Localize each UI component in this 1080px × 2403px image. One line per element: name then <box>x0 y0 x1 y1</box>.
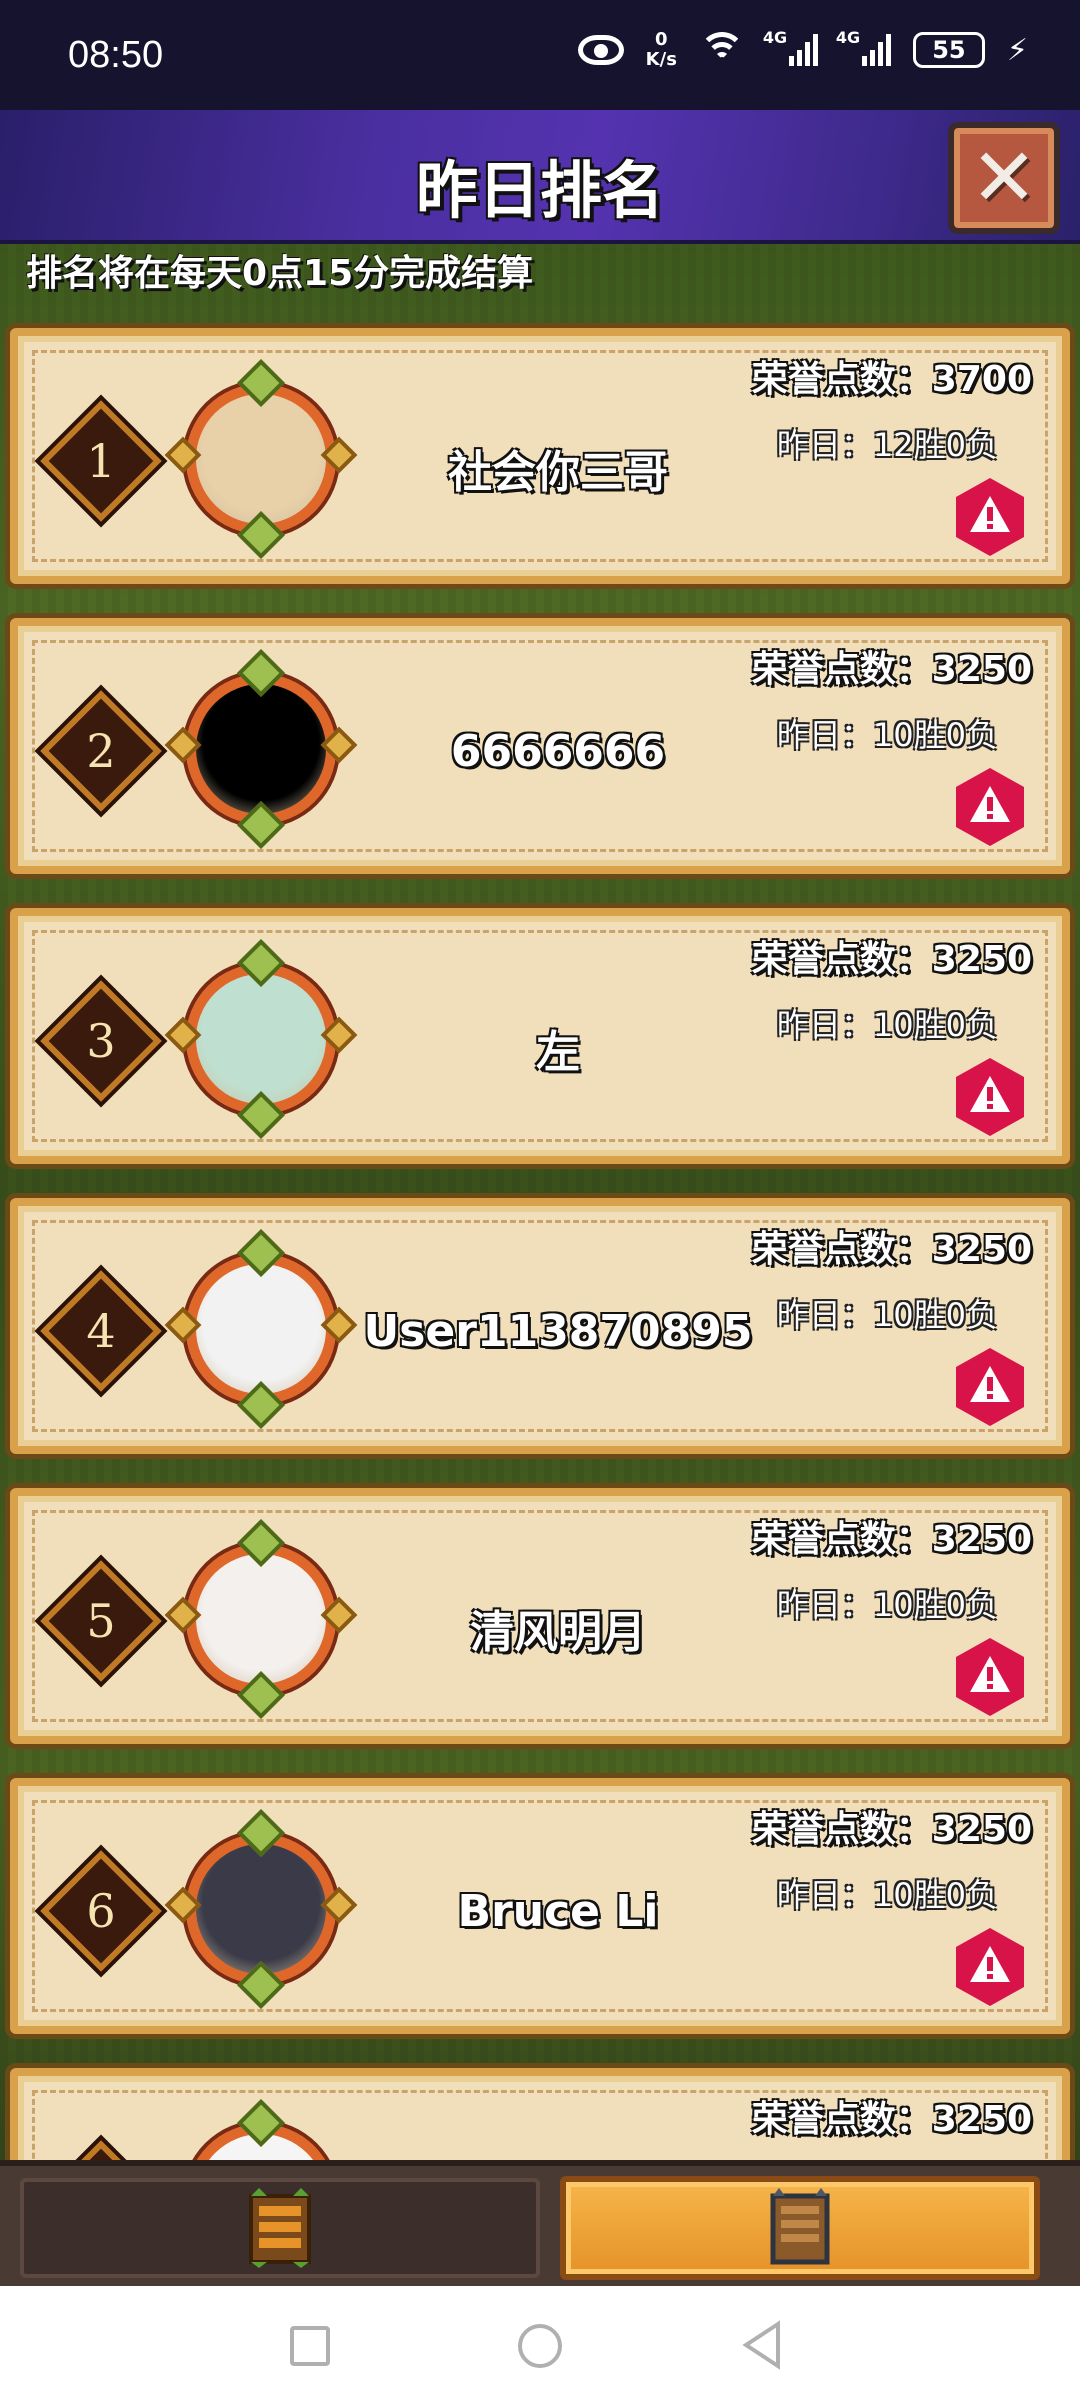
yesterday-record: 昨日：10胜0负 <box>776 1296 998 1334</box>
tab-list[interactable] <box>20 2178 540 2278</box>
net-speed-value: 0 <box>655 29 668 50</box>
rank-number: 3 <box>86 1014 116 1068</box>
avatar-frame[interactable] <box>164 1518 358 1720</box>
battery-icon: 55 <box>912 32 985 68</box>
signal-label-2: 4G <box>835 28 861 47</box>
warning-icon <box>956 1348 1024 1426</box>
avatar-frame[interactable] <box>164 1808 358 2010</box>
honor-points: 荣誉点数：3250 <box>751 939 1032 980</box>
status-icons: 0 K/s 4G 4G 55 ⚡ <box>577 28 1028 70</box>
warning-icon <box>956 1058 1024 1136</box>
net-speed-unit: K/s <box>645 49 677 70</box>
rank-number: 1 <box>86 434 116 488</box>
yesterday-record: 昨日：10胜0负 <box>776 1006 998 1044</box>
home-icon[interactable] <box>518 2324 562 2368</box>
rank-number: 4 <box>86 1304 116 1358</box>
player-name: Bruce Li <box>457 1886 659 1937</box>
signal-icon-2: 4G <box>836 28 891 66</box>
player-name: User113870895 <box>363 1306 753 1357</box>
honor-points: 荣誉点数：3250 <box>751 1229 1032 1270</box>
player-name: 清风明月 <box>470 1607 646 1658</box>
report-button[interactable] <box>952 476 1028 558</box>
honor-points: 荣誉点数：3250 <box>751 649 1032 690</box>
honor-points: 荣誉点数：3250 <box>751 2099 1032 2140</box>
back-icon[interactable] <box>740 2320 784 2370</box>
eye-icon <box>577 35 624 65</box>
rank-number: 6 <box>86 1884 116 1938</box>
ranking-card[interactable]: 3 左 荣誉点数：3250 昨日：10胜0负 <box>10 908 1070 1164</box>
avatar-frame[interactable] <box>164 358 358 560</box>
rank-badge: 6 <box>40 1850 162 1972</box>
rank-number: 5 <box>86 1594 116 1648</box>
warning-icon <box>956 1928 1024 2006</box>
avatar-frame[interactable] <box>164 938 358 1140</box>
report-button[interactable] <box>952 1926 1028 2008</box>
ranking-panel: 排名将在每天0点15分完成结算 1 社会你三哥 荣誉点数：3700 昨日：12胜0负 2… <box>0 244 1080 2164</box>
charging-icon: ⚡ <box>1006 32 1028 68</box>
bottom-tab-bar <box>0 2160 1080 2286</box>
ranking-card[interactable]: 7荣誉点数：3250 <box>10 2068 1070 2164</box>
yesterday-record: 昨日：12胜0负 <box>776 426 998 464</box>
close-button[interactable]: ✕ <box>948 122 1060 234</box>
list-icon <box>249 2188 311 2268</box>
signal-icon: 4G <box>763 28 818 66</box>
status-bar: 08:50 0 K/s 4G 4G 55 ⚡ <box>0 0 1080 110</box>
system-nav-bar <box>0 2286 1080 2403</box>
rank-badge: 4 <box>40 1270 162 1392</box>
honor-points: 荣誉点数：3700 <box>751 359 1032 400</box>
settlement-notice: 排名将在每天0点15分完成结算 <box>26 253 534 294</box>
ranking-card[interactable]: 1 社会你三哥 荣誉点数：3700 昨日：12胜0负 <box>10 328 1070 584</box>
header: 昨日排名 ✕ <box>0 110 1080 244</box>
yesterday-record: 昨日：10胜0负 <box>776 1876 998 1914</box>
rank-badge: 2 <box>40 690 162 812</box>
honor-points: 荣誉点数：3250 <box>751 1809 1032 1850</box>
player-name: 社会你三哥 <box>448 447 668 498</box>
warning-icon <box>956 478 1024 556</box>
honor-points: 荣誉点数：3250 <box>751 1519 1032 1560</box>
signal-label-1: 4G <box>762 28 788 47</box>
recent-apps-icon[interactable] <box>290 2326 330 2366</box>
avatar-frame[interactable] <box>164 1228 358 1430</box>
rank-badge: 3 <box>40 980 162 1102</box>
board-icon <box>770 2188 830 2265</box>
warning-icon <box>956 1638 1024 1716</box>
status-time: 08:50 <box>68 34 164 76</box>
ranking-card[interactable]: 2 6666666 荣誉点数：3250 昨日：10胜0负 <box>10 618 1070 874</box>
report-button[interactable] <box>952 1346 1028 1428</box>
report-button[interactable] <box>952 1056 1028 1138</box>
page-title: 昨日排名 <box>415 154 664 227</box>
report-button[interactable] <box>952 1636 1028 1718</box>
rank-number: 2 <box>86 724 116 778</box>
avatar-frame[interactable] <box>178 2098 344 2164</box>
player-name: 左 <box>536 1027 580 1078</box>
yesterday-record: 昨日：10胜0负 <box>776 1586 998 1624</box>
rank-badge: 5 <box>40 1560 162 1682</box>
wifi-icon <box>698 32 745 68</box>
close-icon: ✕ <box>970 131 1038 224</box>
ranking-card[interactable]: 4 User113870895 荣誉点数：3250 昨日：10胜0负 <box>10 1198 1070 1454</box>
warning-icon <box>956 768 1024 846</box>
avatar-frame[interactable] <box>164 648 358 850</box>
net-speed: 0 K/s <box>646 30 677 70</box>
report-button[interactable] <box>952 766 1028 848</box>
tab-board[interactable] <box>560 2176 1040 2280</box>
ranking-card[interactable]: 5 清风明月 荣誉点数：3250 昨日：10胜0负 <box>10 1488 1070 1744</box>
player-name: 6666666 <box>450 726 666 777</box>
ranking-card[interactable]: 6 Bruce Li 荣誉点数：3250 昨日：10胜0负 <box>10 1778 1070 2034</box>
rank-badge: 1 <box>40 400 162 522</box>
yesterday-record: 昨日：10胜0负 <box>776 716 998 754</box>
